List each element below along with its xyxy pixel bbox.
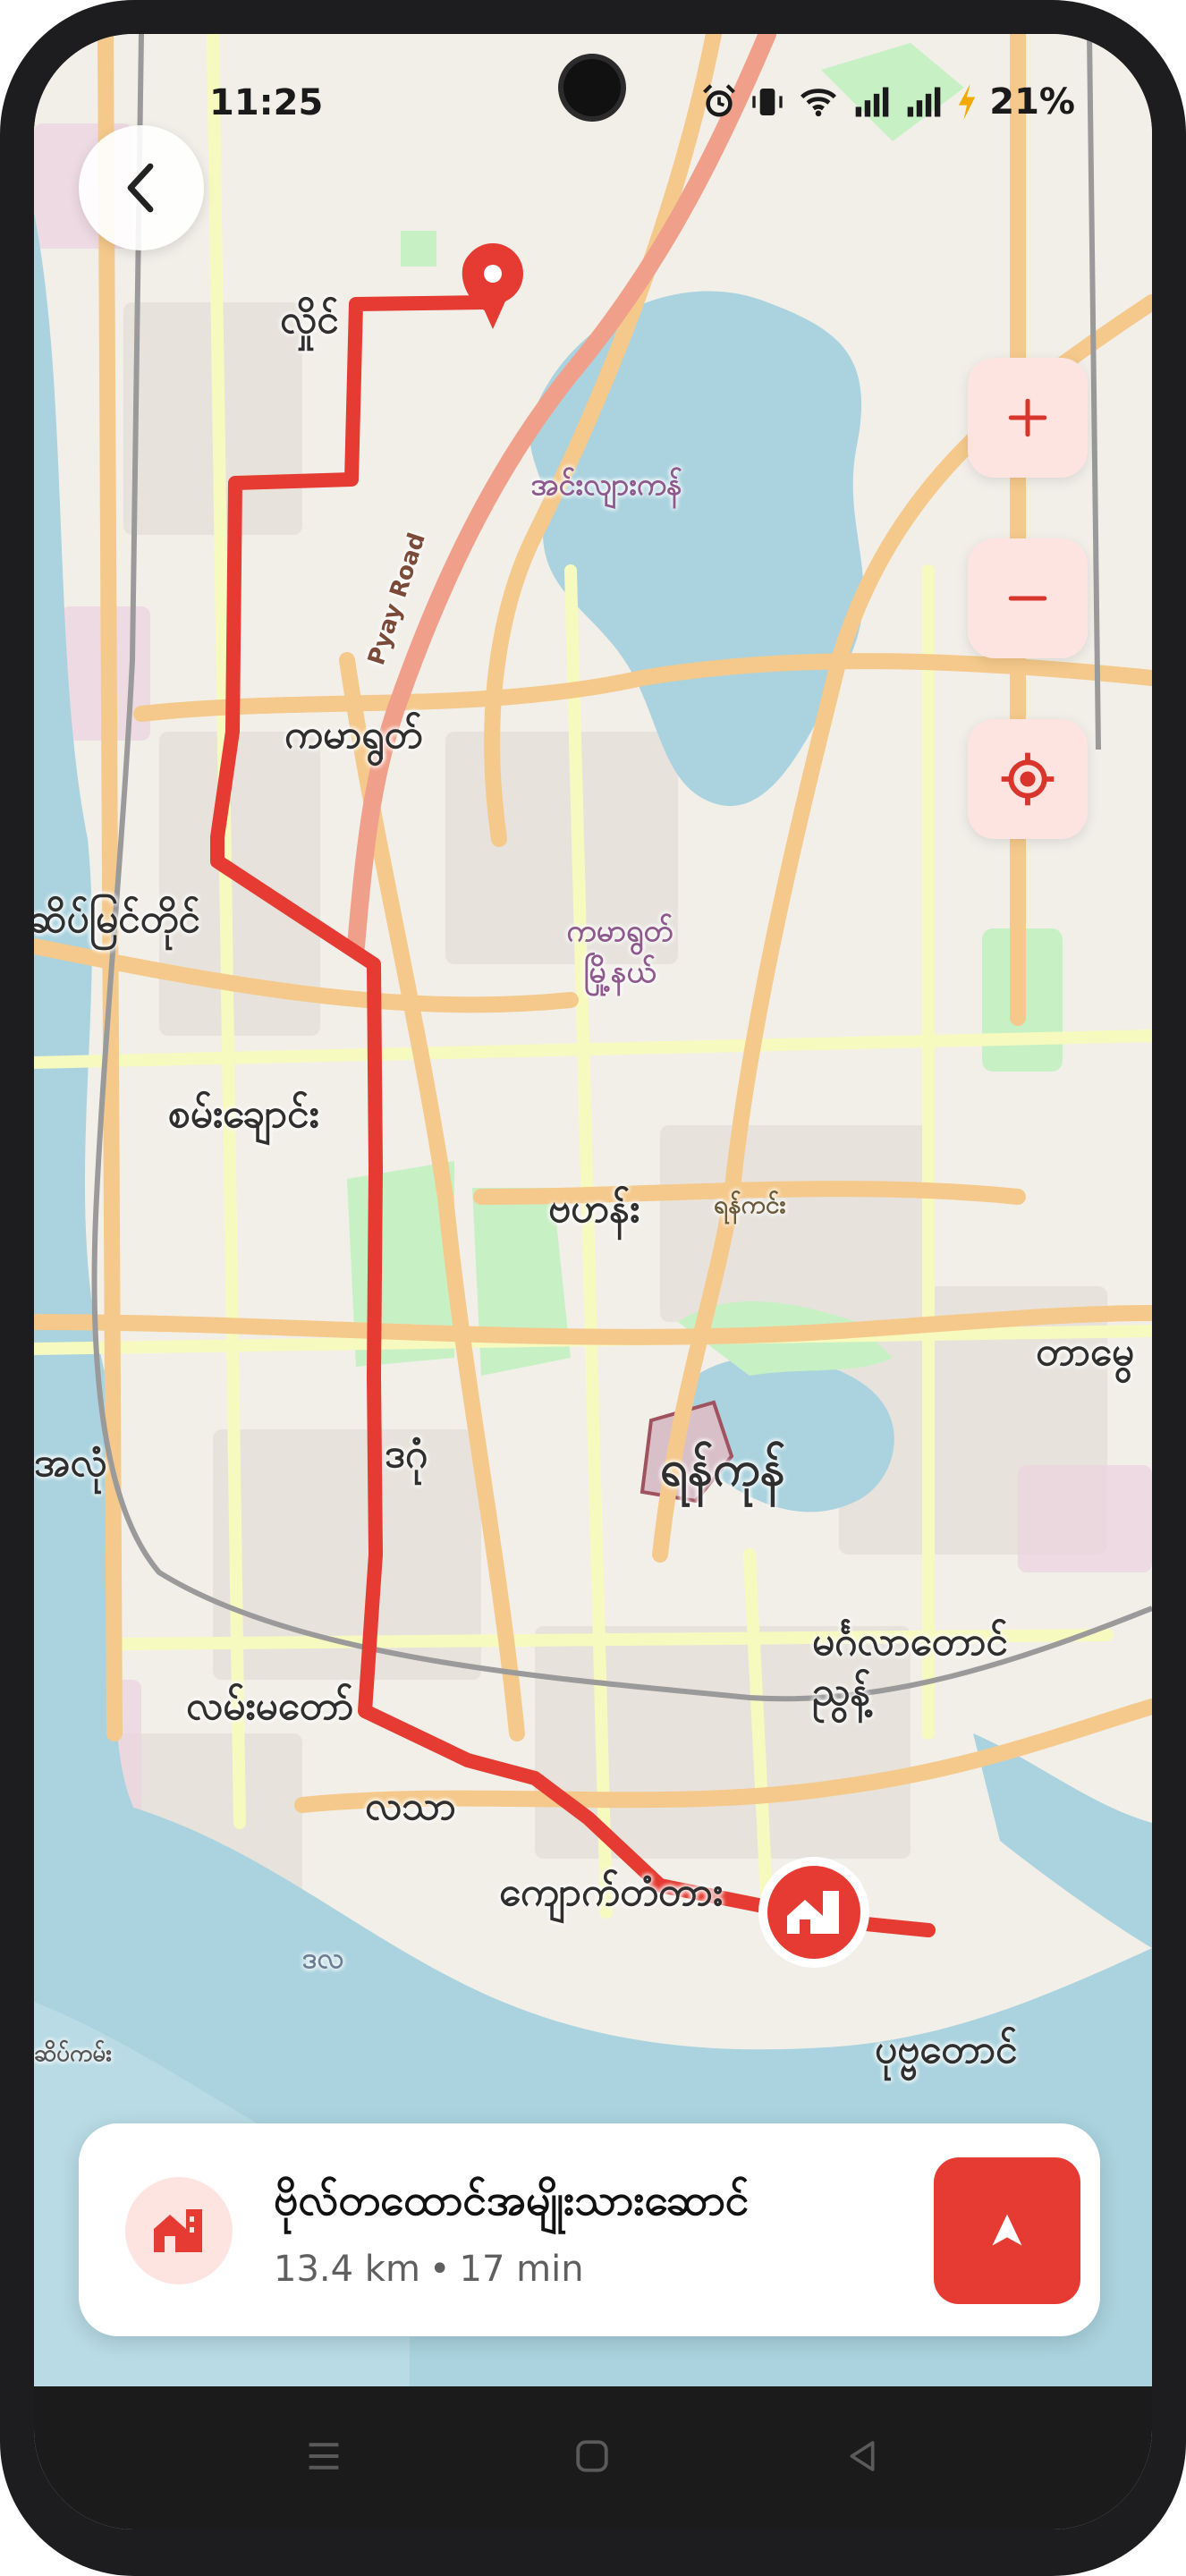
status-bar: 11:25 21% xyxy=(34,34,1152,141)
map-label-hlaing: လှိုင် xyxy=(280,297,339,343)
recents-button[interactable] xyxy=(297,2429,351,2483)
map-label-tamwe: တာမွေ xyxy=(1036,1329,1134,1375)
minus-icon xyxy=(1008,596,1047,601)
back-nav-button[interactable] xyxy=(835,2429,889,2483)
charging-icon xyxy=(959,83,976,121)
map-label-latha: လသာ xyxy=(365,1784,456,1829)
status-time: 11:25 xyxy=(209,82,324,123)
screen: လှိုင် အင်းလျားကန် Pyay Road ကမာရွတ် ကမာ… xyxy=(34,34,1152,2529)
back-button[interactable] xyxy=(79,125,204,250)
front-camera xyxy=(563,59,621,116)
map-label-yangon: ရန်ကုန် xyxy=(660,1440,785,1496)
map-label-yankin: ရန်ကင်း xyxy=(714,1190,786,1219)
home-icon xyxy=(576,2440,608,2472)
map-label-dala: ဒလ xyxy=(302,1941,344,1975)
recents-icon xyxy=(309,2443,339,2470)
vibrate-icon xyxy=(752,89,783,115)
map-label-kyauktada: ကျောက်တံတား xyxy=(499,1869,723,1915)
map-label-ahlone: အလုံ xyxy=(34,1440,107,1486)
map-label-kamayut-township: ကမာရွတ်မြို့နယ် xyxy=(566,913,673,990)
home-button[interactable] xyxy=(565,2429,619,2483)
phone-frame: လှိုင် အင်းလျားကန် Pyay Road ကမာရွတ် ကမာ… xyxy=(0,0,1186,2576)
zoom-in-button[interactable] xyxy=(968,358,1088,478)
locate-icon xyxy=(1001,752,1055,806)
my-location-button[interactable] xyxy=(968,719,1088,839)
destination-title: ဗိုလ်တထောင်အမျိုးသားဆောင် xyxy=(274,2175,750,2225)
map-label-mingalar-taung-nyunt: မင်္ဂလာတောင်ညွန့် xyxy=(812,1619,1008,1715)
system-nav-bar xyxy=(34,2386,1152,2529)
status-icons: 21% xyxy=(699,79,1075,125)
chevron-left-icon xyxy=(127,163,154,213)
alarm-icon xyxy=(703,84,736,117)
back-icon xyxy=(850,2441,875,2471)
destination-meta: 13.4 km • 17 min xyxy=(274,2249,584,2290)
map-label-kamayut: ကမာရွတ် xyxy=(284,712,423,758)
battery-percentage: 21% xyxy=(989,81,1075,123)
map-label-dagon: ဒဂုံ xyxy=(385,1431,428,1477)
signal-icon xyxy=(855,87,889,117)
route-distance: 13.4 km xyxy=(274,2249,420,2290)
navigation-arrow-icon xyxy=(992,2214,1022,2246)
map-label-inya-lake: အင်းလျားကန် xyxy=(530,467,682,503)
plus-icon xyxy=(1008,398,1047,437)
map-label-lanmadaw: လမ်းမတော် xyxy=(186,1683,354,1729)
destination-icon-wrap xyxy=(125,2177,233,2284)
map-label-botahtaung: ပုဗ္ဗတောင် xyxy=(875,2027,1018,2072)
map-label-sanchaung: စမ်းချောင်း xyxy=(168,1091,319,1137)
wifi-icon xyxy=(801,89,837,117)
home-building-icon xyxy=(154,2209,202,2252)
route-duration: 17 min xyxy=(459,2249,584,2290)
map-label-seikkan: ဆိပ်ကမ်း xyxy=(34,2040,112,2067)
start-navigation-button[interactable] xyxy=(934,2157,1080,2304)
destination-card[interactable]: ဗိုလ်တထောင်အမျိုးသားဆောင် 13.4 km • 17 min xyxy=(79,2123,1100,2336)
signal-icon xyxy=(907,87,941,117)
map-label-insein: ဆိပ်မြင်တိုင် xyxy=(34,896,200,942)
zoom-out-button[interactable] xyxy=(968,538,1088,658)
map-label-bahan: ဗဟန်း xyxy=(548,1186,640,1232)
meta-separator: • xyxy=(428,2249,451,2290)
